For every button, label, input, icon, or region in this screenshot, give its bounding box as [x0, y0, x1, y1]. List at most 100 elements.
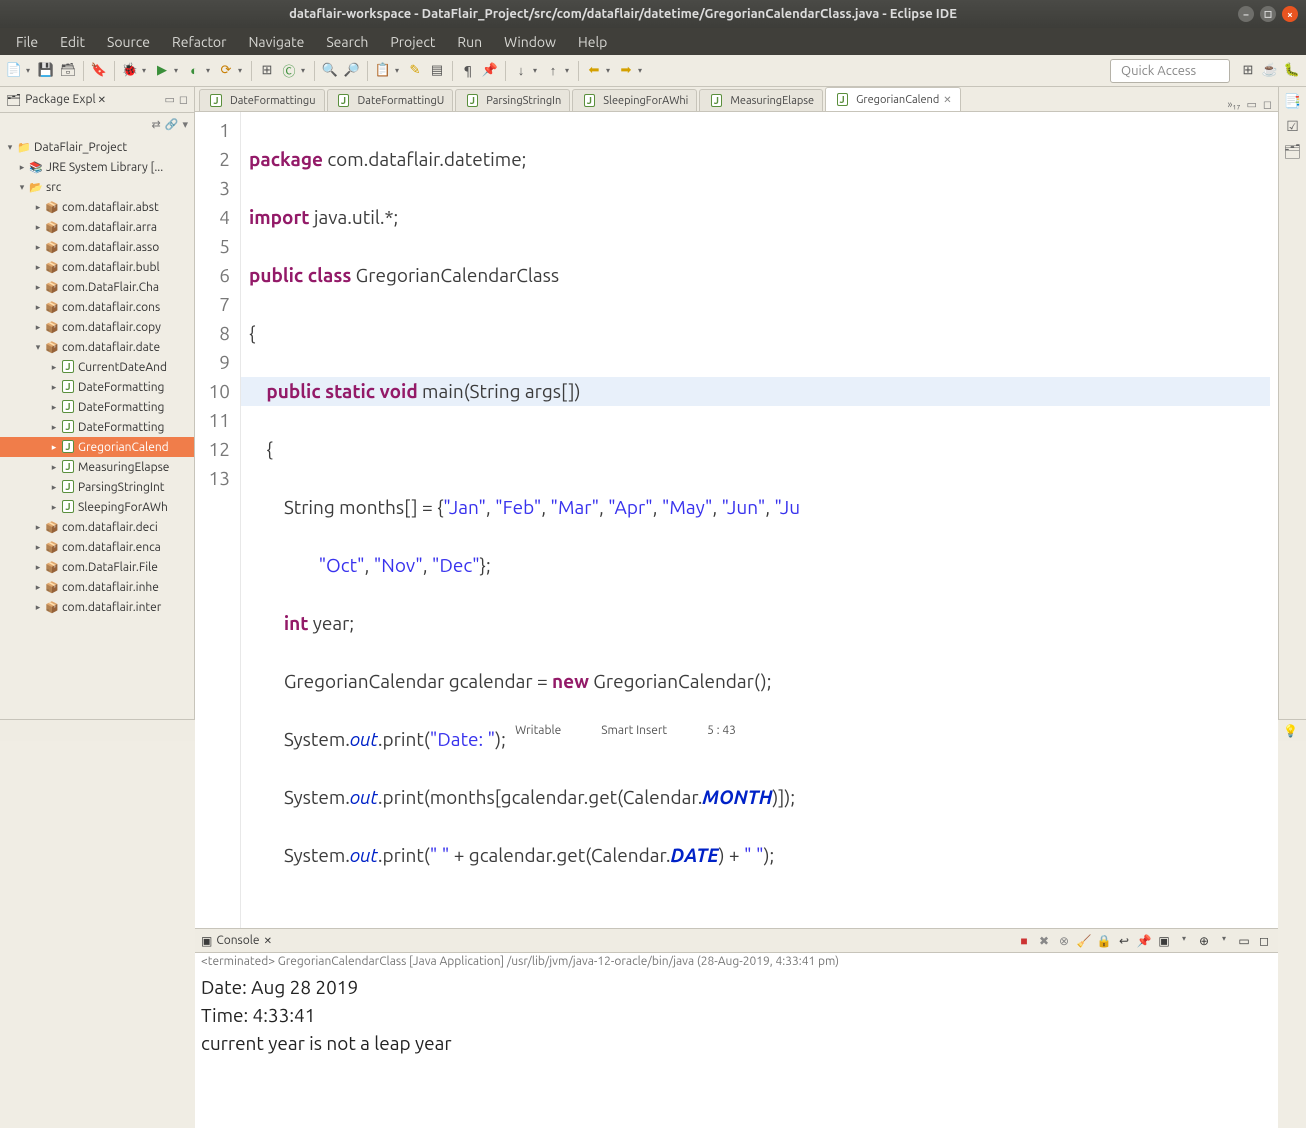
- editor-tab-active[interactable]: GregorianCalend✕: [825, 87, 961, 111]
- menu-help[interactable]: Help: [568, 30, 617, 54]
- toggle-block-icon[interactable]: ▤: [427, 61, 447, 81]
- remove-launch-icon[interactable]: ✖: [1036, 934, 1052, 948]
- tree-java-file[interactable]: ▸SleepingForAWh: [0, 497, 194, 517]
- tree-project[interactable]: ▾DataFlair_Project: [0, 137, 194, 157]
- new-class-icon[interactable]: Ⓒ: [279, 61, 299, 81]
- remove-all-icon[interactable]: ⊗: [1056, 934, 1072, 948]
- console-output[interactable]: Date: Aug 28 2019 Time: 4:33:41 current …: [195, 970, 1278, 1128]
- maximize-view-icon[interactable]: ◻: [179, 93, 188, 106]
- display-console-icon[interactable]: ▣: [1156, 934, 1172, 948]
- minimize-editor-icon[interactable]: ▭: [1246, 98, 1256, 111]
- hierarchy-icon[interactable]: 🗂: [1284, 143, 1302, 160]
- tree-pkg[interactable]: ▸com.dataflair.inter: [0, 597, 194, 617]
- pin-icon[interactable]: 📌: [480, 61, 500, 81]
- tree-pkg[interactable]: ▸com.DataFlair.File: [0, 557, 194, 577]
- minimize-console-icon[interactable]: ▭: [1236, 934, 1252, 948]
- tree-pkg[interactable]: ▸com.dataflair.inhe: [0, 577, 194, 597]
- word-wrap-icon[interactable]: ↩: [1116, 934, 1132, 948]
- tree-pkg[interactable]: ▸com.dataflair.enca: [0, 537, 194, 557]
- new-package-icon[interactable]: ⊞: [257, 61, 277, 81]
- close-console-icon[interactable]: ✕: [264, 935, 272, 947]
- maximize-editor-icon[interactable]: ◻: [1263, 98, 1272, 111]
- menu-window[interactable]: Window: [494, 30, 566, 54]
- maximize-console-icon[interactable]: ◻: [1256, 934, 1272, 948]
- tree-src[interactable]: ▾src: [0, 177, 194, 197]
- tree-pkg[interactable]: ▸com.dataflair.copy: [0, 317, 194, 337]
- menu-navigate[interactable]: Navigate: [238, 30, 314, 54]
- console-title: Console: [216, 934, 259, 947]
- tree-pkg[interactable]: ▸com.dataflair.arra: [0, 217, 194, 237]
- tree-java-file[interactable]: ▸DateFormatting: [0, 397, 194, 417]
- menu-project[interactable]: Project: [380, 30, 445, 54]
- debug-icon[interactable]: 🐞: [120, 61, 140, 81]
- coverage-icon[interactable]: ◐: [184, 61, 204, 81]
- tree-pkg[interactable]: ▸com.dataflair.abst: [0, 197, 194, 217]
- close-view-icon[interactable]: ✕: [98, 94, 106, 106]
- forward-icon[interactable]: ➡: [616, 61, 636, 81]
- window-maximize-icon[interactable]: ◻: [1260, 6, 1276, 22]
- scroll-lock-icon[interactable]: 🔒: [1096, 934, 1112, 948]
- debug-perspective-icon[interactable]: 🐛: [1282, 61, 1302, 81]
- prev-annotation-icon[interactable]: ↑: [543, 61, 563, 81]
- code-editor[interactable]: 1 2 3 4 5 6 7 8 9 10 11 12 13 package co…: [195, 112, 1278, 928]
- pin-console-icon[interactable]: 📌: [1136, 934, 1152, 948]
- task-list-icon[interactable]: ☑: [1286, 118, 1299, 135]
- tree-pkg[interactable]: ▸com.dataflair.deci: [0, 517, 194, 537]
- tree-pkg[interactable]: ▸com.dataflair.bubl: [0, 257, 194, 277]
- back-icon[interactable]: ⬅: [584, 61, 604, 81]
- open-perspective-icon[interactable]: ⊞: [1238, 61, 1258, 81]
- save-icon[interactable]: 💾: [36, 61, 56, 81]
- tree-jre[interactable]: ▸JRE System Library [...: [0, 157, 194, 177]
- next-annotation-icon[interactable]: ↓: [511, 61, 531, 81]
- menu-edit[interactable]: Edit: [50, 30, 95, 54]
- menu-run[interactable]: Run: [447, 30, 492, 54]
- open-task-icon[interactable]: 📋: [373, 61, 393, 81]
- tree-pkg[interactable]: ▸com.dataflair.asso: [0, 237, 194, 257]
- tree-java-file-selected[interactable]: ▸GregorianCalend: [0, 437, 194, 457]
- editor-tab[interactable]: ParsingStringIn: [455, 89, 570, 111]
- tree-java-file[interactable]: ▸ParsingStringInt: [0, 477, 194, 497]
- tree-pkg[interactable]: ▸com.dataflair.cons: [0, 297, 194, 317]
- open-console-icon[interactable]: ⊕: [1196, 934, 1212, 948]
- window-minimize-icon[interactable]: –: [1238, 6, 1254, 22]
- tip-icon[interactable]: 💡: [1283, 724, 1298, 738]
- open-type-icon[interactable]: 🔍: [320, 61, 340, 81]
- quick-access-input[interactable]: Quick Access: [1110, 59, 1230, 83]
- tree-java-file[interactable]: ▸DateFormatting: [0, 377, 194, 397]
- console-view: ▣ Console ✕ ■ ✖ ⊗ 🧹 🔒 ↩ 📌 ▣▾ ⊕▾ ▭: [195, 928, 1278, 1128]
- toggle-breadcrumb-icon[interactable]: 🔖: [89, 61, 109, 81]
- minimize-view-icon[interactable]: ▭: [164, 93, 174, 106]
- window-close-icon[interactable]: ×: [1282, 6, 1298, 22]
- new-icon[interactable]: 📄: [4, 61, 24, 81]
- tree-java-file[interactable]: ▸CurrentDateAnd: [0, 357, 194, 377]
- editor-overflow[interactable]: »₁₇: [1227, 99, 1240, 111]
- terminate-icon[interactable]: ■: [1016, 934, 1032, 948]
- run-last-icon[interactable]: ⟳: [216, 61, 236, 81]
- tree-java-file[interactable]: ▸DateFormatting: [0, 417, 194, 437]
- editor-tab[interactable]: MeasuringElapse: [699, 89, 823, 111]
- clear-console-icon[interactable]: 🧹: [1076, 934, 1092, 948]
- editor-tab[interactable]: SleepingForAWhi: [572, 89, 697, 111]
- editor-tab[interactable]: DateFormattingu: [199, 89, 325, 111]
- menu-search[interactable]: Search: [316, 30, 378, 54]
- menu-refactor[interactable]: Refactor: [162, 30, 236, 54]
- code-body[interactable]: package com.dataflair.datetime; import j…: [241, 112, 1278, 928]
- tree-java-file[interactable]: ▸MeasuringElapse: [0, 457, 194, 477]
- editor-tab[interactable]: DateFormattingU: [327, 89, 454, 111]
- java-perspective-icon[interactable]: ☕: [1260, 61, 1280, 81]
- view-menu-icon[interactable]: ▾: [182, 118, 188, 131]
- save-all-icon[interactable]: 🗃: [58, 61, 78, 81]
- package-tree[interactable]: ▾DataFlair_Project ▸JRE System Library […: [0, 135, 194, 719]
- mark-occurrences-icon[interactable]: ✎: [405, 61, 425, 81]
- menu-file[interactable]: File: [6, 30, 48, 54]
- tree-pkg[interactable]: ▸com.DataFlair.Cha: [0, 277, 194, 297]
- run-icon[interactable]: ▶: [152, 61, 172, 81]
- collapse-all-icon[interactable]: ⇄: [152, 118, 161, 131]
- outline-icon[interactable]: 📑: [1284, 93, 1301, 110]
- tree-pkg-date[interactable]: ▾com.dataflair.date: [0, 337, 194, 357]
- link-editor-icon[interactable]: 🔗: [165, 118, 179, 131]
- show-whitespace-icon[interactable]: ¶: [458, 61, 478, 81]
- search-icon[interactable]: 🔎: [342, 61, 362, 81]
- close-tab-icon[interactable]: ✕: [943, 94, 951, 106]
- menu-source[interactable]: Source: [97, 30, 160, 54]
